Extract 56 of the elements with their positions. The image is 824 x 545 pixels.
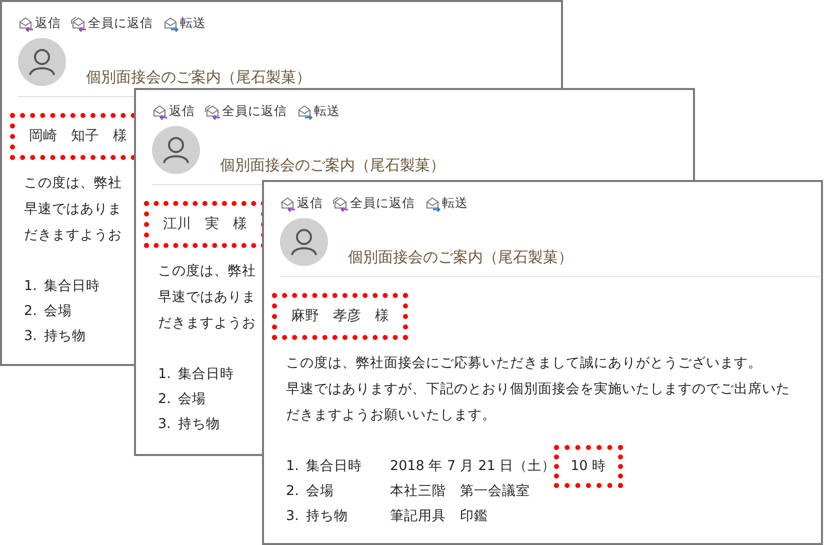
avatar-icon xyxy=(280,218,328,266)
reply-button[interactable]: 返信 xyxy=(280,194,323,212)
body-text: この度は、弊社 xyxy=(158,262,256,281)
body-text: 早速ではありますが、下記のとおり個別面接会を実施いたしますのでご出席いた xyxy=(286,380,790,399)
body-text: 早速ではありま xyxy=(24,200,122,219)
forward-button[interactable]: 転送 xyxy=(425,194,468,212)
list-label: 集合日時 xyxy=(306,457,363,476)
mail-subject: 個別面接会のご案内（尾石製菓） xyxy=(348,246,573,268)
body-text: だきますようお xyxy=(24,226,122,245)
reply-mail-icon xyxy=(152,102,168,120)
reply-button[interactable]: 返信 xyxy=(18,14,61,32)
reply-mail-icon xyxy=(280,194,296,212)
reply-mail-icon xyxy=(18,14,34,32)
list-number: 1. xyxy=(158,365,172,384)
list-label: 集合日時 xyxy=(44,277,101,296)
forward-mail-icon xyxy=(425,194,441,212)
forward-button[interactable]: 転送 xyxy=(163,14,206,32)
time-value: 10 時 xyxy=(554,445,624,488)
list-value: 2018 年 7 月 21 日（土） xyxy=(390,457,556,476)
list-label: 持ち物 xyxy=(178,415,221,434)
reply-all-mail-icon xyxy=(333,194,349,212)
list-label: 会場 xyxy=(306,482,335,502)
avatar-icon xyxy=(18,38,66,86)
list-number: 1. xyxy=(286,457,300,476)
list-number: 2. xyxy=(286,482,300,502)
list-label: 持ち物 xyxy=(44,327,87,346)
list-number: 1. xyxy=(24,277,38,296)
reply-button[interactable]: 返信 xyxy=(152,102,195,120)
body-text: この度は、弊社 xyxy=(24,174,122,193)
forward-mail-icon xyxy=(163,14,179,32)
avatar-icon xyxy=(152,126,200,174)
reply-all-mail-icon xyxy=(205,102,221,120)
forward-mail-icon xyxy=(297,102,313,120)
forward-button[interactable]: 転送 xyxy=(297,102,340,120)
list-label: 持ち物 xyxy=(306,507,349,526)
body-text: この度は、弊社面接会にご応募いただきまして誠にありがとうございます。 xyxy=(286,354,762,373)
list-number: 3. xyxy=(158,415,172,434)
reply-all-button[interactable]: 全員に返信 xyxy=(71,14,153,32)
list-label: 集合日時 xyxy=(178,365,235,384)
list-number: 3. xyxy=(286,507,300,526)
recipient-name: 麻野 孝彦 様 xyxy=(272,293,408,340)
list-label: 会場 xyxy=(178,390,207,410)
list-value: 筆記用具 印鑑 xyxy=(390,507,488,526)
reply-all-mail-icon xyxy=(71,14,87,32)
list-label: 会場 xyxy=(44,302,73,322)
body-text: だきますようお願いいたします。 xyxy=(286,406,496,425)
mail-subject: 個別面接会のご案内（尾石製菓） xyxy=(86,66,311,88)
body-text: だきますようお xyxy=(158,314,256,333)
body-text: 早速ではありま xyxy=(158,288,256,307)
list-number: 2. xyxy=(158,390,172,410)
list-number: 3. xyxy=(24,327,38,346)
mail-subject: 個別面接会のご案内（尾石製菓） xyxy=(220,154,445,176)
reply-all-button[interactable]: 全員に返信 xyxy=(333,194,415,212)
list-value: 本社三階 第一会議室 xyxy=(390,482,530,502)
reply-all-button[interactable]: 全員に返信 xyxy=(205,102,287,120)
list-number: 2. xyxy=(24,302,38,322)
